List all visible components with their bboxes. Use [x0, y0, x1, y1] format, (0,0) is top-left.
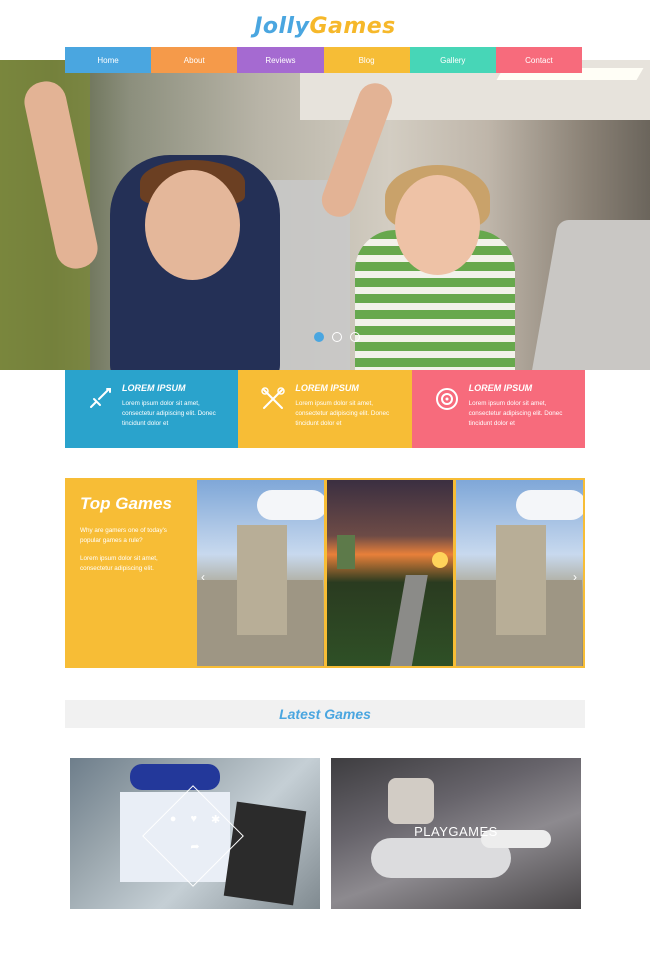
nav-label: Blog	[358, 55, 375, 65]
slider-dot[interactable]	[314, 332, 324, 342]
nav-item-reviews[interactable]: Reviews	[237, 47, 324, 73]
thumbnail-castle-tower	[496, 525, 547, 635]
main-nav: Home About Reviews Blog Gallery Contact	[65, 47, 583, 73]
latest-game-card[interactable]: PLAYGAMES	[331, 758, 581, 909]
logo-text-part2: Games	[309, 14, 396, 39]
nav-item-about[interactable]: About	[151, 47, 238, 73]
nav-label: Contact	[525, 55, 553, 65]
hero-laptop	[521, 220, 650, 370]
thumbnail-castle-tower	[237, 525, 287, 635]
nav-item-home[interactable]: Home	[65, 47, 152, 73]
top-games-carousel	[197, 480, 584, 666]
latest-games-title: Latest Games	[279, 706, 371, 722]
user-icon[interactable]: ●	[170, 813, 177, 826]
thumbnail-path	[387, 575, 428, 666]
feature-card: LOREM IPSUM Lorem ipsum dolor sit amet, …	[411, 370, 585, 448]
slider-dots	[314, 332, 360, 342]
logo-text-part1: Jolly	[254, 14, 310, 39]
crossed-tools-icon	[261, 387, 286, 409]
hero-slider-image	[0, 60, 650, 370]
card-label: PLAYGAMES	[414, 824, 498, 839]
game-thumbnail[interactable]	[326, 480, 454, 666]
nav-item-blog[interactable]: Blog	[323, 47, 410, 73]
thumbnail-character	[336, 535, 355, 569]
nav-item-gallery[interactable]: Gallery	[409, 47, 496, 73]
hero-girl-face	[395, 175, 480, 275]
thumbnail-cloud	[257, 490, 324, 520]
slider-dot[interactable]	[332, 332, 342, 342]
target-icon	[435, 388, 458, 410]
feature-text: Lorem ipsum dolor sit amet, consectetur …	[295, 400, 390, 427]
chevron-right-icon[interactable]: ›	[573, 570, 577, 584]
feature-card: LOREM IPSUM Lorem ipsum dolor sit amet, …	[238, 370, 412, 448]
card-candle	[388, 778, 434, 824]
feature-title: LOREM IPSUM	[295, 383, 359, 393]
top-games-text: Why are gamers one of today's popular ga…	[80, 527, 167, 544]
slider-dot[interactable]	[350, 332, 360, 342]
gear-icon[interactable]: ✱	[211, 813, 220, 826]
sword-icon	[90, 388, 111, 408]
nav-label: About	[183, 55, 205, 65]
card-psp-device	[130, 764, 220, 790]
feature-title: LOREM IPSUM	[468, 383, 533, 393]
card-share-icons: ● ♥ ✱ ➦	[168, 813, 222, 853]
thumbnail-sun	[431, 552, 448, 568]
hero-boy-face	[145, 170, 240, 280]
top-games-title: Top Games	[80, 494, 172, 513]
feature-text: Lorem ipsum dolor sit amet, consectetur …	[122, 400, 216, 427]
nav-label: Gallery	[440, 55, 466, 65]
card-game-case	[223, 801, 307, 906]
latest-game-card[interactable]: ● ♥ ✱ ➦	[70, 758, 320, 909]
nav-item-contact[interactable]: Contact	[495, 47, 583, 73]
nav-label: Reviews	[265, 55, 296, 65]
thumbnail-cloud	[516, 490, 584, 520]
chevron-left-icon[interactable]: ‹	[201, 570, 205, 584]
share-icon[interactable]: ➦	[190, 840, 199, 853]
feature-text: Lorem ipsum dolor sit amet, consectetur …	[468, 400, 563, 427]
nav-label: Home	[97, 55, 119, 65]
heart-icon[interactable]: ♥	[190, 813, 197, 826]
top-games-section: Top Games Why are gamers one of today's …	[65, 478, 585, 668]
feature-title: LOREM IPSUM	[122, 383, 186, 393]
top-games-text: Lorem ipsum dolor sit amet, consectetur …	[80, 555, 158, 572]
top-games-intro: Top Games Why are gamers one of today's …	[65, 478, 197, 668]
game-thumbnail[interactable]	[197, 480, 324, 666]
game-thumbnail[interactable]	[456, 480, 584, 666]
feature-card: LOREM IPSUM Lorem ipsum dolor sit amet, …	[65, 370, 239, 448]
features-row: LOREM IPSUM Lorem ipsum dolor sit amet, …	[65, 370, 585, 448]
latest-games-header: Latest Games	[65, 700, 585, 728]
site-logo[interactable]: JollyGames	[0, 14, 650, 39]
